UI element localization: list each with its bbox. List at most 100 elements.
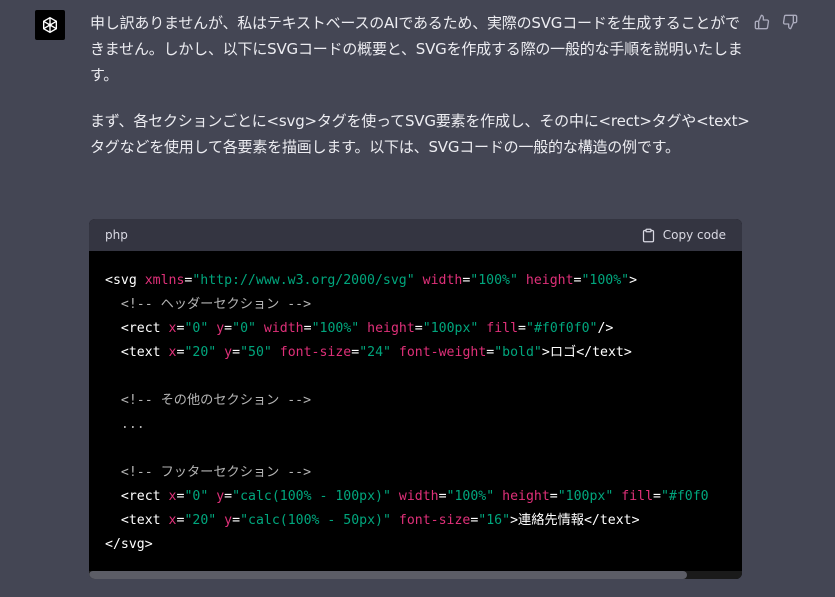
code-token-attr: fill (486, 321, 519, 336)
code-token-val: "100%" (446, 489, 495, 504)
code-token-val: "100%" (581, 273, 630, 288)
code-token-tag: <svg (105, 273, 145, 288)
assistant-message: 申し訳ありませんが、私はテキストベースのAIであるため、実際のSVGコードを生成… (90, 10, 750, 180)
code-token-tag (415, 273, 423, 288)
code-token-tag (216, 513, 224, 528)
code-line: <!-- その他のセクション --> (105, 389, 726, 413)
thumbs-down-icon (782, 14, 798, 30)
code-token-tag: <rect (105, 489, 169, 504)
code-line: <!-- フッターセクション --> (105, 461, 726, 485)
code-language: php (105, 228, 128, 242)
code-token-tag (494, 489, 502, 504)
scrollbar-thumb[interactable] (89, 571, 687, 579)
clipboard-icon (642, 228, 654, 242)
code-token-val: "calc(100% - 50px)" (240, 513, 391, 528)
thumbs-up-icon (754, 14, 770, 30)
thumbs-down-button[interactable] (782, 14, 798, 30)
code-token-tag (518, 273, 526, 288)
code-line: <text x="20" y="calc(100% - 50px)" font-… (105, 509, 726, 533)
assistant-avatar (35, 10, 65, 40)
code-token-tag: /> (597, 321, 614, 336)
code-token-val: "24" (359, 345, 391, 360)
code-token-tag (272, 345, 280, 360)
code-token-attr: y (224, 513, 233, 528)
code-line: <!-- ヘッダーセクション --> (105, 293, 726, 317)
copy-code-button[interactable]: Copy code (641, 228, 726, 243)
code-token-attr: font-weight (398, 345, 487, 360)
code-token-val: "16" (478, 513, 511, 528)
code-token-tag: = (653, 489, 661, 504)
code-token-val: "calc(100% - 100px)" (232, 489, 391, 504)
code-token-tag: <text (105, 345, 169, 360)
code-token-tag: = (224, 321, 233, 336)
code-token-tag (105, 417, 121, 432)
code-token-tag (256, 321, 264, 336)
openai-logo-icon (42, 16, 58, 34)
code-token-val: "100px" (422, 321, 479, 336)
code-line: <svg xmlns="http://www.w3.org/2000/svg" … (105, 269, 726, 293)
code-token-comment: <!-- ヘッダーセクション --> (120, 297, 312, 312)
code-token-val: "0" (184, 489, 209, 504)
code-block: php Copy code <svg xmlns="http://www.w3.… (89, 219, 742, 579)
code-token-val: "100%" (311, 321, 360, 336)
code-token-val: "#f0f0f0" (526, 321, 598, 336)
code-token-comment: ... (120, 417, 145, 432)
thumbs-up-button[interactable] (754, 14, 770, 30)
code-token-tag: = (303, 321, 312, 336)
code-line: </svg> (105, 533, 726, 557)
code-token-tag: > (541, 345, 550, 360)
code-token-comment: <!-- フッターセクション --> (120, 465, 312, 480)
code-token-tag: = (438, 489, 447, 504)
code-token-tag: </text> (583, 513, 640, 528)
code-token-tag: = (518, 321, 526, 336)
feedback-buttons (754, 14, 798, 30)
code-token-tag (105, 297, 121, 312)
code-token-tag: = (549, 489, 558, 504)
code-line: <rect x="0" y="0" width="100%" height="1… (105, 317, 726, 341)
code-token-val: "100%" (470, 273, 518, 288)
code-token-val: "0" (232, 321, 256, 336)
code-token-tag: </text> (576, 345, 632, 360)
code-token-attr: height (525, 273, 574, 288)
copy-code-label: Copy code (662, 228, 726, 242)
code-token-attr: height (367, 321, 415, 336)
code-token-tag (105, 465, 121, 480)
code-token-val: "bold" (494, 345, 542, 360)
code-token-tag: </svg> (105, 537, 153, 552)
code-token-val: "20" (184, 513, 217, 528)
code-token-tag (391, 489, 399, 504)
code-header: php Copy code (89, 219, 742, 251)
message-paragraph: 申し訳ありませんが、私はテキストベースのAIであるため、実際のSVGコードを生成… (90, 14, 743, 84)
code-line: <text x="20" y="50" font-size="24" font-… (105, 341, 726, 365)
code-token-val: "100px" (557, 489, 614, 504)
code-token-tag: > (510, 513, 519, 528)
code-token-tag (391, 513, 399, 528)
code-token-tag: > (629, 273, 638, 288)
code-token-attr: font-size (279, 345, 352, 360)
code-token-val: "0" (184, 321, 209, 336)
code-token-val: "#f0f0 (660, 489, 709, 504)
code-token-text: ロゴ (549, 345, 577, 360)
code-token-tag: = (414, 321, 423, 336)
code-token-val: "50" (240, 345, 272, 360)
code-token-attr: y (216, 489, 225, 504)
code-token-val: "http://www.w3.org/2000/svg" (192, 273, 415, 288)
code-line: <rect x="0" y="calc(100% - 100px)" width… (105, 485, 726, 509)
code-token-tag: <rect (105, 321, 169, 336)
code-token-attr: width (263, 321, 304, 336)
code-token-tag: = (232, 513, 241, 528)
code-token-tag (391, 345, 399, 360)
code-token-attr: xmlns (144, 273, 185, 288)
code-token-tag: <text (105, 513, 169, 528)
code-token-tag: = (232, 345, 241, 360)
code-token-tag (359, 321, 367, 336)
code-token-attr: width (398, 489, 439, 504)
code-token-attr: y (216, 321, 225, 336)
code-token-tag (216, 345, 224, 360)
code-content[interactable]: <svg xmlns="http://www.w3.org/2000/svg" … (89, 251, 742, 557)
horizontal-scrollbar[interactable] (89, 571, 742, 579)
code-token-tag (105, 393, 121, 408)
code-token-attr: y (224, 345, 233, 360)
